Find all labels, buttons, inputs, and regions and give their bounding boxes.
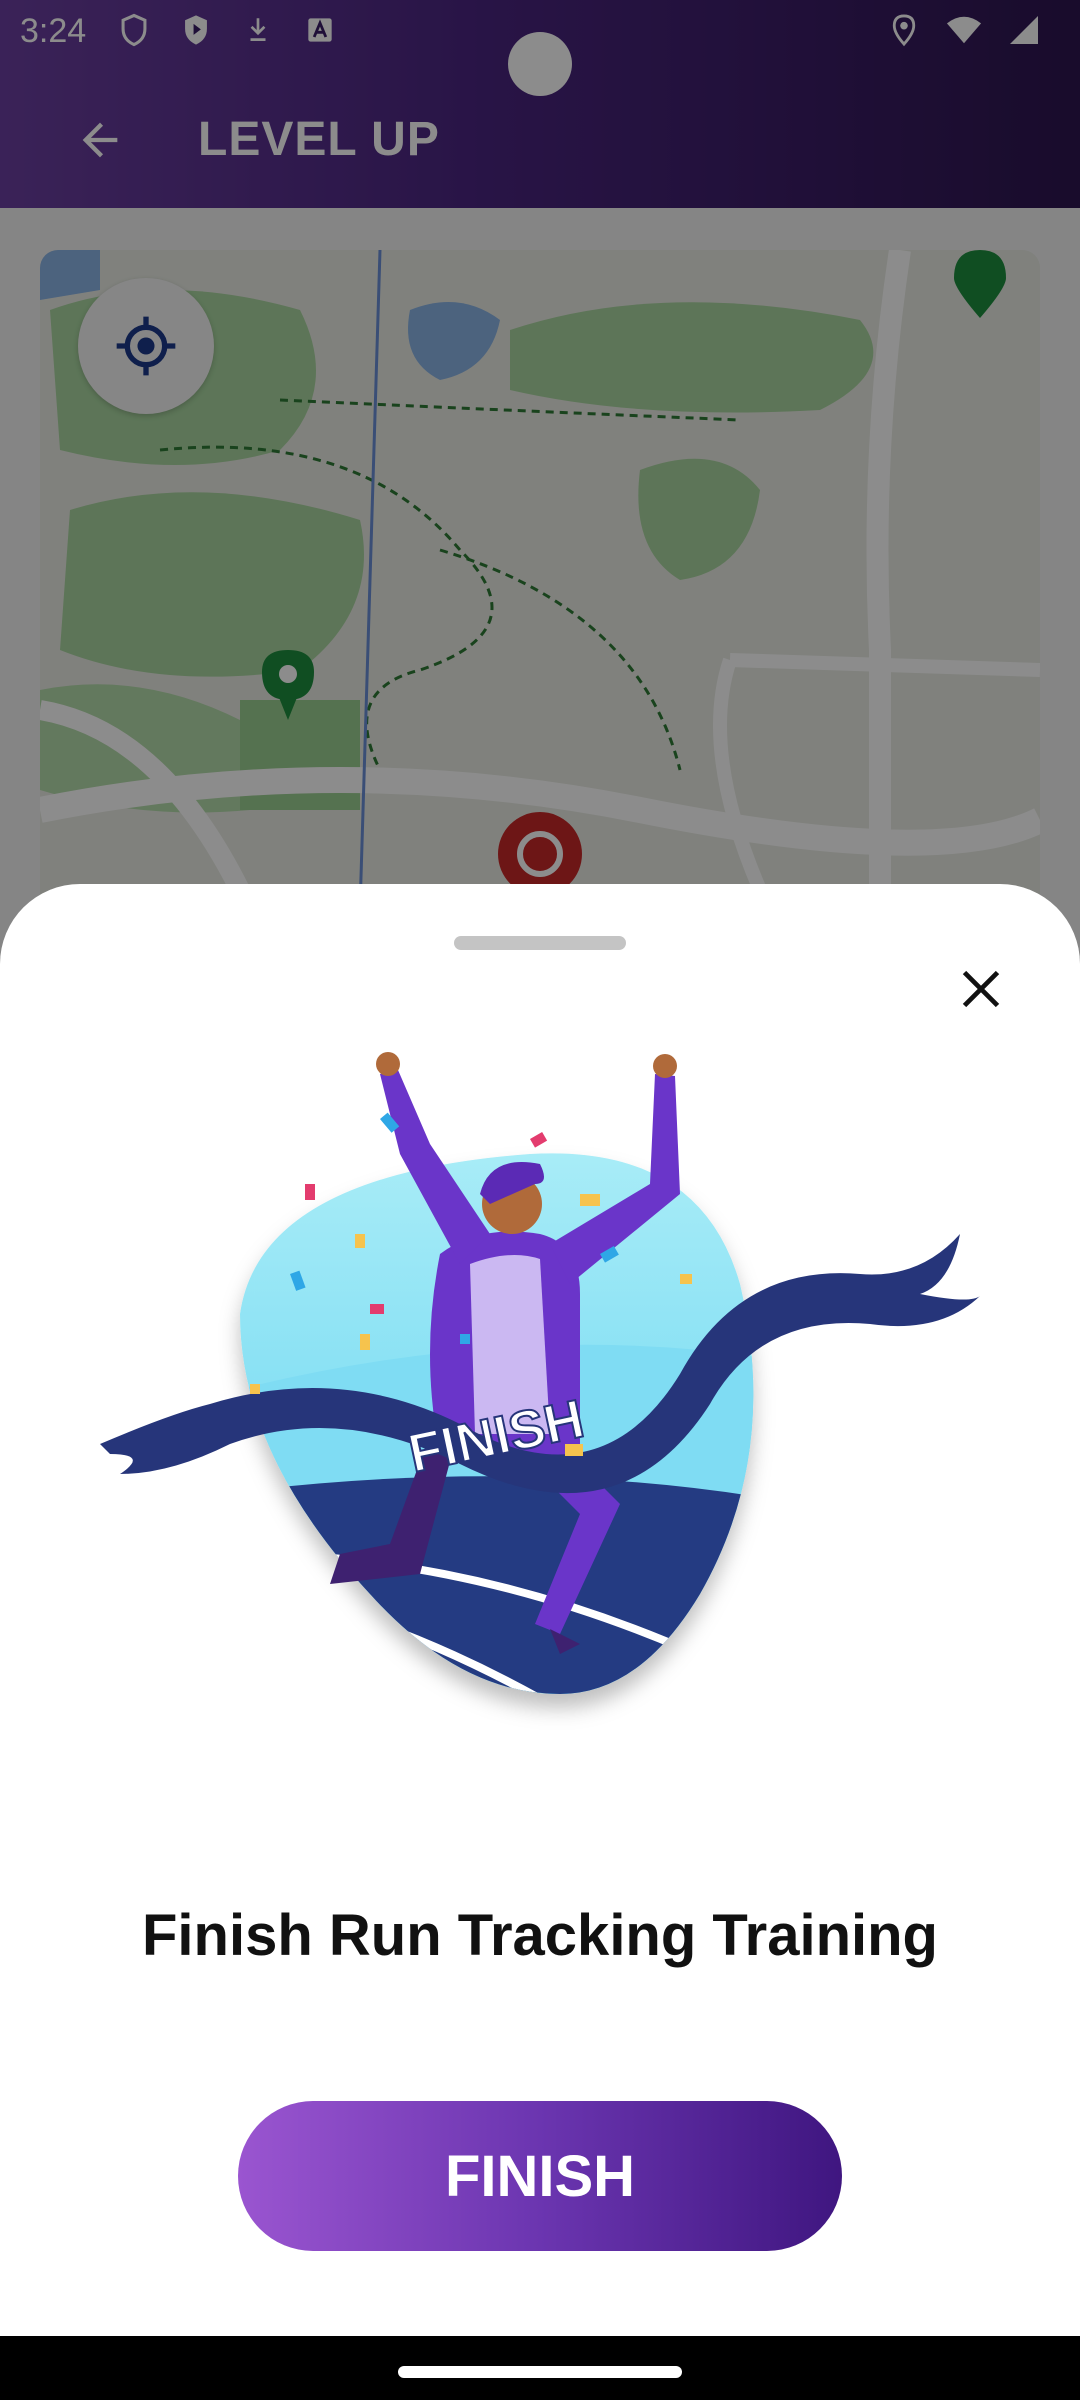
drag-handle[interactable] [454,936,626,950]
sheet-title: Finish Run Tracking Training [142,1903,938,1968]
home-gesture-pill[interactable] [398,2366,682,2378]
finish-line-illustration: FINISH [100,1052,980,1695]
bottom-sheet: FINISH Finish Run Tracking Training FINI… [0,884,1080,2336]
finish-button[interactable]: FINISH [238,2101,842,2251]
finish-button-label: FINISH [444,2143,636,2209]
close-icon [962,970,1000,1008]
close-button[interactable] [946,954,1016,1024]
